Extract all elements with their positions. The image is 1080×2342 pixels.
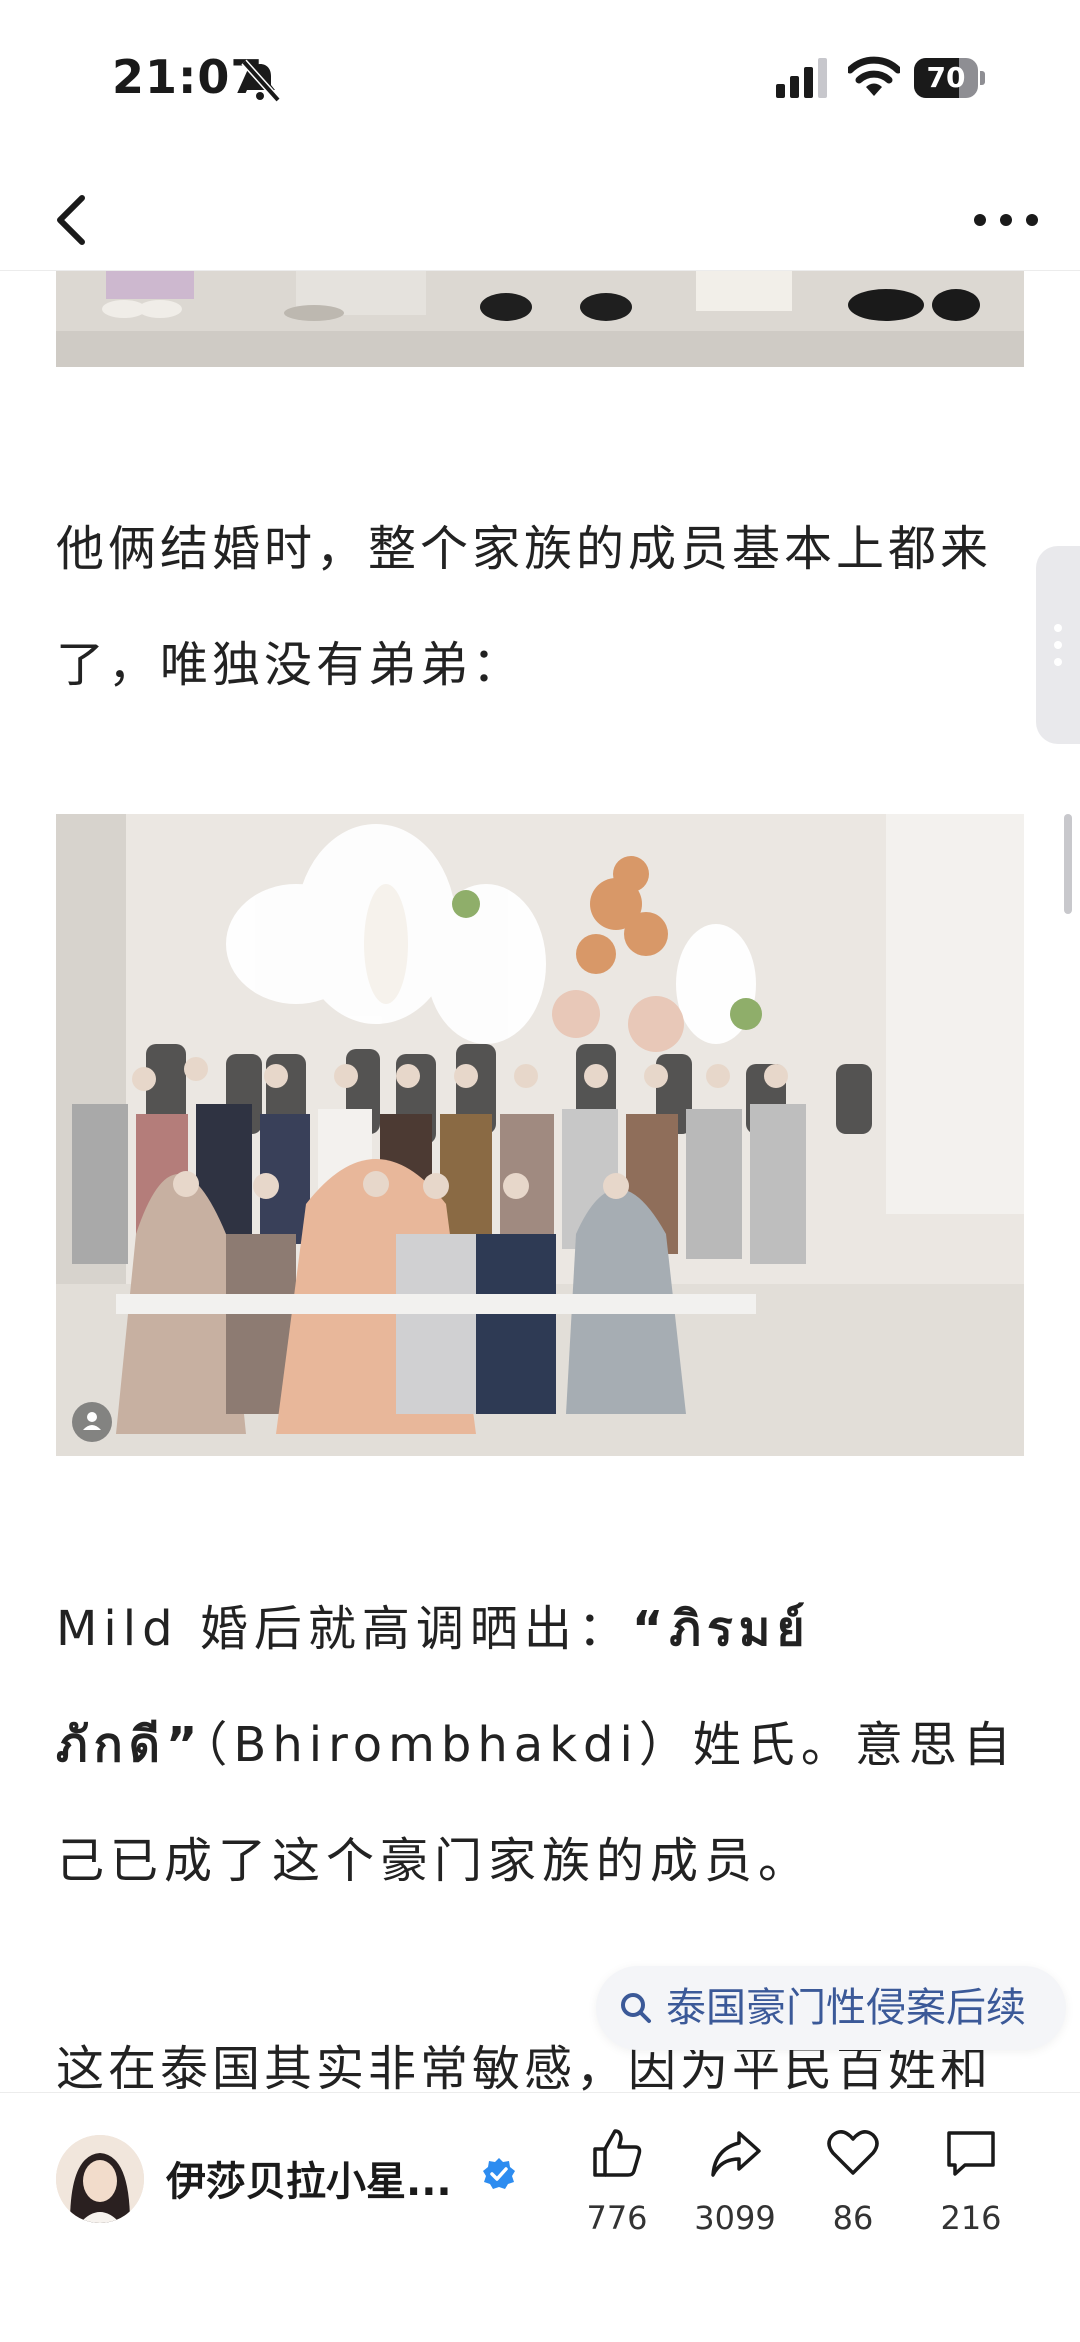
para2-prefix: Mild 婚后就高调晒出： — [56, 1601, 632, 1657]
author-name[interactable]: 伊莎贝拉小星... — [166, 2149, 452, 2207]
bottom-action-bar: 伊莎贝拉小星... 776 3099 86 216 — [0, 2092, 1080, 2342]
article-content: 他俩结婚时，整个家族的成员基本上都来了，唯独没有弟弟： Mild 婚后就高调晒出… — [0, 271, 1080, 2091]
related-search-chip[interactable]: 泰国豪门性侵案后续 — [596, 1966, 1066, 2050]
bell-off-icon — [241, 59, 281, 102]
search-icon — [621, 1993, 651, 2023]
back-arrow-icon[interactable] — [36, 180, 116, 260]
scrollbar-thumb[interactable] — [1064, 814, 1072, 914]
verified-badge-icon — [483, 2158, 515, 2189]
comment-bubble-icon — [947, 2131, 995, 2176]
side-float-handle[interactable] — [1036, 546, 1080, 744]
cellular-signal-icon — [776, 58, 827, 98]
nav-bar — [0, 160, 1080, 271]
status-bar: 21:07 70 — [0, 0, 1080, 160]
like-button[interactable]: 776 — [562, 2123, 672, 2237]
author-avatar[interactable] — [56, 2135, 144, 2223]
related-search-label: 泰国豪门性侵案后续 — [666, 1985, 1026, 2031]
share-button[interactable]: 3099 — [680, 2123, 790, 2237]
wifi-icon — [848, 56, 900, 96]
like-count: 776 — [586, 2199, 648, 2237]
comment-count: 216 — [940, 2199, 1002, 2237]
share-count: 3099 — [694, 2199, 776, 2237]
share-arrow-icon — [711, 2131, 761, 2177]
article-paragraph-2: Mild 婚后就高调晒出：“ภิรมย์ภักดี”（Bhirombhakdi）… — [56, 1571, 1024, 1919]
battery-label: 70 — [926, 61, 966, 94]
article-image-family-photo[interactable] — [56, 814, 1024, 1456]
article-image-top[interactable] — [56, 271, 1024, 367]
article-paragraph-1: 他俩结婚时，整个家族的成员基本上都来了，唯独没有弟弟： — [56, 521, 993, 693]
favorite-count: 86 — [832, 2199, 874, 2237]
heart-icon — [827, 2130, 879, 2175]
battery-indicator: 70 — [914, 58, 986, 98]
more-options-icon[interactable] — [960, 190, 1060, 250]
comment-button[interactable]: 216 — [916, 2123, 1026, 2237]
favorite-button[interactable]: 86 — [798, 2123, 908, 2237]
thumbs-up-icon — [593, 2129, 642, 2177]
